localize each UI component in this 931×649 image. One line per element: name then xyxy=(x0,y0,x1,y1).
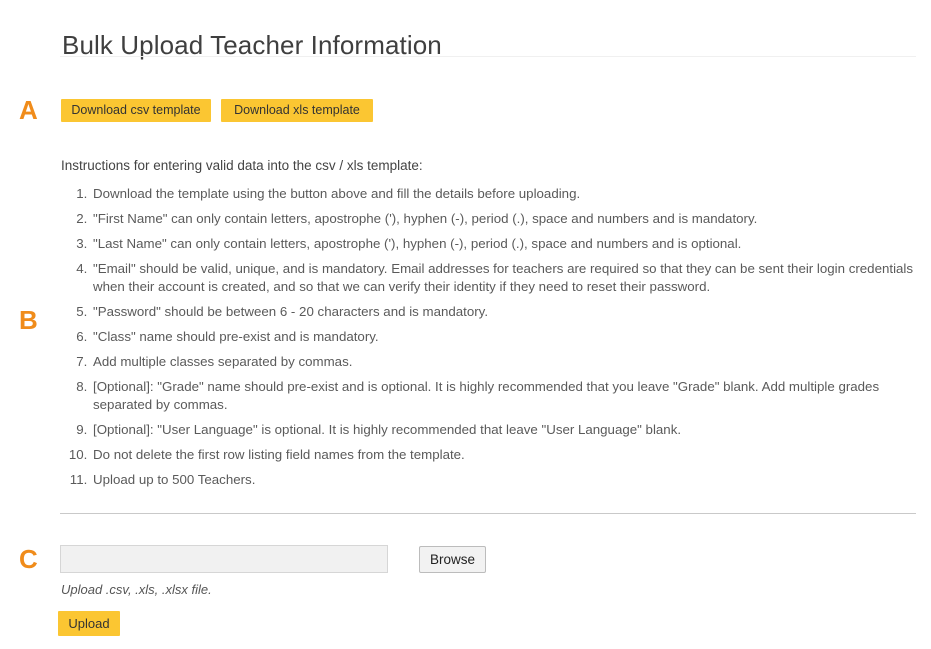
step-marker-b: B xyxy=(19,305,38,335)
upload-button[interactable]: Upload xyxy=(58,611,120,636)
step-marker-c: C xyxy=(19,544,38,574)
list-item: "Class" name should pre-exist and is man… xyxy=(91,328,931,346)
instructions-heading: Instructions for entering valid data int… xyxy=(61,158,423,173)
section-divider xyxy=(60,513,916,514)
list-item: "Last Name" can only contain letters, ap… xyxy=(91,235,931,253)
download-csv-template-button[interactable]: Download csv template xyxy=(61,99,211,122)
bulk-upload-page: Bulk Upload Teacher Information A Downlo… xyxy=(0,0,931,649)
download-xls-template-button[interactable]: Download xls template xyxy=(221,99,373,122)
list-item: Upload up to 500 Teachers. xyxy=(91,471,931,489)
list-item: Download the template using the button a… xyxy=(91,185,931,203)
list-item: [Optional]: "Grade" name should pre-exis… xyxy=(91,378,931,414)
upload-file-types-hint: Upload .csv, .xls, .xlsx file. xyxy=(61,582,212,597)
page-title: Bulk Upload Teacher Information xyxy=(62,30,442,61)
step-marker-a: A xyxy=(19,95,38,125)
list-item: [Optional]: "User Language" is optional.… xyxy=(91,421,931,439)
list-item: "Password" should be between 6 - 20 char… xyxy=(91,303,931,321)
list-item: Do not delete the first row listing fiel… xyxy=(91,446,931,464)
list-item: Add multiple classes separated by commas… xyxy=(91,353,931,371)
list-item: "First Name" can only contain letters, a… xyxy=(91,210,931,228)
instructions-list: Download the template using the button a… xyxy=(61,185,931,496)
file-path-input[interactable] xyxy=(60,545,388,573)
browse-button[interactable]: Browse xyxy=(419,546,486,573)
header-divider xyxy=(60,56,916,57)
list-item: "Email" should be valid, unique, and is … xyxy=(91,260,931,296)
